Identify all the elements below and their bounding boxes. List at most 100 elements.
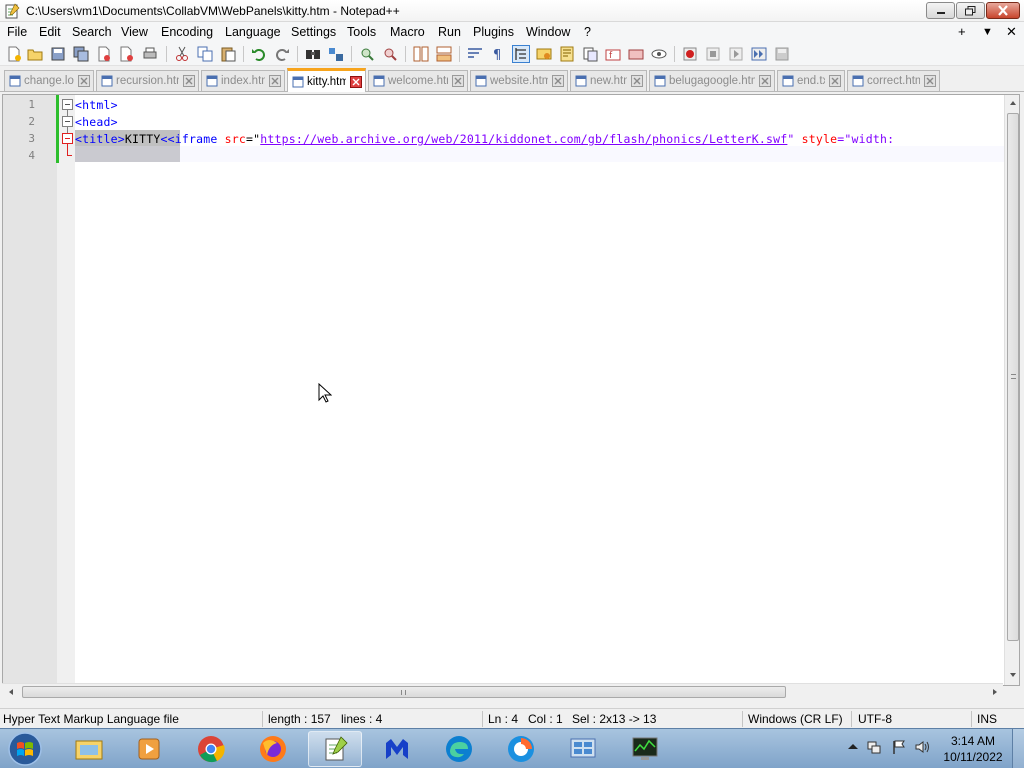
scroll-down-icon[interactable]	[1009, 671, 1017, 679]
restore-button[interactable]	[956, 2, 985, 19]
redo-icon[interactable]	[274, 46, 290, 62]
tab-close-icon[interactable]	[78, 75, 90, 87]
folder-workspace-icon[interactable]: f	[605, 46, 621, 62]
menu-search[interactable]: Search	[72, 25, 112, 39]
vertical-scroll-thumb[interactable]	[1007, 113, 1019, 641]
monitor-icon[interactable]	[651, 46, 667, 62]
tab-correct-html[interactable]: correct.html	[847, 70, 940, 91]
zoom-in-icon[interactable]	[359, 46, 375, 62]
taskbar-task-manager[interactable]	[618, 731, 672, 767]
taskbar-chrome[interactable]	[184, 731, 238, 767]
taskbar-edge[interactable]	[432, 731, 486, 767]
horizontal-scroll-thumb[interactable]	[22, 686, 786, 698]
word-wrap-icon[interactable]	[467, 46, 483, 62]
menu-run[interactable]: Run	[438, 25, 461, 39]
tab-close-icon[interactable]	[269, 75, 281, 87]
tab-kitty-htm[interactable]: kitty.htm	[287, 68, 366, 92]
tab-index-html[interactable]: index.html	[201, 70, 285, 91]
sync-v-icon[interactable]	[413, 46, 429, 62]
menu-plugins[interactable]: Plugins	[473, 25, 514, 39]
tab-new-htm[interactable]: new.htm	[570, 70, 647, 91]
cut-icon[interactable]	[174, 46, 190, 62]
iframe-src-url[interactable]: https://web.archive.org/web/2011/kiddone…	[260, 132, 787, 146]
menu-window[interactable]: Window	[526, 25, 570, 39]
save-icon[interactable]	[50, 46, 66, 62]
taskbar-malwarebytes[interactable]	[370, 731, 424, 767]
tab-close-icon[interactable]	[631, 75, 643, 87]
udl-icon[interactable]	[536, 46, 552, 62]
taskbar-media-player[interactable]	[122, 731, 176, 767]
code-line-1[interactable]: <html>	[75, 98, 118, 112]
scroll-left-icon[interactable]	[7, 688, 15, 696]
scroll-up-icon[interactable]	[1009, 99, 1017, 107]
status-encoding[interactable]: UTF-8	[858, 712, 892, 726]
fold-toggle-icon[interactable]	[62, 133, 73, 144]
find-icon[interactable]	[305, 46, 321, 62]
fold-toggle-icon[interactable]	[62, 116, 73, 127]
sync-h-icon[interactable]	[436, 46, 452, 62]
new-tab-plus-icon[interactable]: +	[958, 24, 966, 39]
menu-tools[interactable]: Tools	[347, 25, 376, 39]
taskbar-firefox-alt[interactable]	[494, 731, 548, 767]
undo-icon[interactable]	[251, 46, 267, 62]
taskbar-clock[interactable]: 3:14 AM 10/11/2022	[940, 733, 1006, 765]
menu-view[interactable]: View	[121, 25, 148, 39]
volume-icon[interactable]	[914, 739, 930, 755]
horizontal-scrollbar[interactable]	[2, 683, 1003, 700]
menu-help[interactable]: ?	[584, 25, 591, 39]
taskbar-explorer[interactable]	[62, 731, 116, 767]
tab-change-log[interactable]: change.log	[4, 70, 94, 91]
fold-toggle-icon[interactable]	[62, 99, 73, 110]
paste-icon[interactable]	[220, 46, 236, 62]
record-macro-icon[interactable]	[682, 46, 698, 62]
taskbar-control-panel[interactable]	[556, 731, 610, 767]
tab-belugagoogle-html[interactable]: belugagoogle.html	[649, 70, 775, 91]
notepadpp-app-icon[interactable]	[4, 3, 20, 19]
close-doc-icon[interactable]: ✕	[1006, 24, 1017, 40]
tab-welcome-html[interactable]: welcome.html	[368, 70, 468, 91]
network-icon[interactable]	[866, 739, 882, 755]
save-macro-icon[interactable]	[774, 46, 790, 62]
menu-settings[interactable]: Settings	[291, 25, 336, 39]
function-list-icon[interactable]	[582, 46, 598, 62]
tab-close-icon[interactable]	[924, 75, 936, 87]
fold-margin[interactable]	[57, 95, 75, 685]
tab-close-icon[interactable]	[552, 75, 564, 87]
action-center-flag-icon[interactable]	[891, 739, 907, 755]
tab-close-icon[interactable]	[183, 75, 195, 87]
show-all-chars-icon[interactable]: ¶	[490, 46, 506, 62]
tab-list-dropdown-icon[interactable]: ▼	[982, 26, 993, 38]
code-line-2[interactable]: <head>	[75, 115, 118, 129]
close-all-icon[interactable]	[119, 46, 135, 62]
menu-macro[interactable]: Macro	[390, 25, 425, 39]
print-icon[interactable]	[142, 46, 158, 62]
save-all-icon[interactable]	[73, 46, 89, 62]
close-file-icon[interactable]	[96, 46, 112, 62]
editor-area[interactable]: 1 2 3 4 <html> <head> <title>KITTY<<ifra…	[2, 94, 1020, 686]
start-button-icon[interactable]	[4, 730, 46, 768]
menu-edit[interactable]: Edit	[39, 25, 61, 39]
zoom-out-icon[interactable]	[382, 46, 398, 62]
replace-icon[interactable]	[328, 46, 344, 62]
doc-switcher-icon[interactable]	[628, 46, 644, 62]
status-eol[interactable]: Windows (CR LF)	[748, 712, 843, 726]
tab-close-icon[interactable]	[829, 75, 841, 87]
taskbar-firefox[interactable]	[246, 731, 300, 767]
tab-close-icon[interactable]	[452, 75, 464, 87]
doc-map-icon[interactable]	[559, 46, 575, 62]
stop-macro-icon[interactable]	[705, 46, 721, 62]
close-window-button[interactable]	[986, 2, 1020, 19]
minimize-button[interactable]	[926, 2, 955, 19]
new-file-icon[interactable]	[6, 46, 22, 62]
menu-file[interactable]: File	[7, 25, 27, 39]
code-line-3[interactable]: <title>KITTY<<iframe src="https://web.ar…	[75, 132, 894, 146]
scroll-right-icon[interactable]	[991, 688, 999, 696]
indent-guide-icon[interactable]	[512, 45, 530, 63]
copy-icon[interactable]	[197, 46, 213, 62]
tab-end-txt[interactable]: end.txt	[777, 70, 845, 91]
taskbar-notepadpp[interactable]	[308, 731, 362, 767]
tab-close-icon[interactable]	[350, 75, 362, 88]
run-macro-multiple-icon[interactable]	[751, 46, 767, 62]
show-desktop-button[interactable]	[1012, 729, 1024, 768]
tab-close-icon[interactable]	[759, 75, 771, 87]
